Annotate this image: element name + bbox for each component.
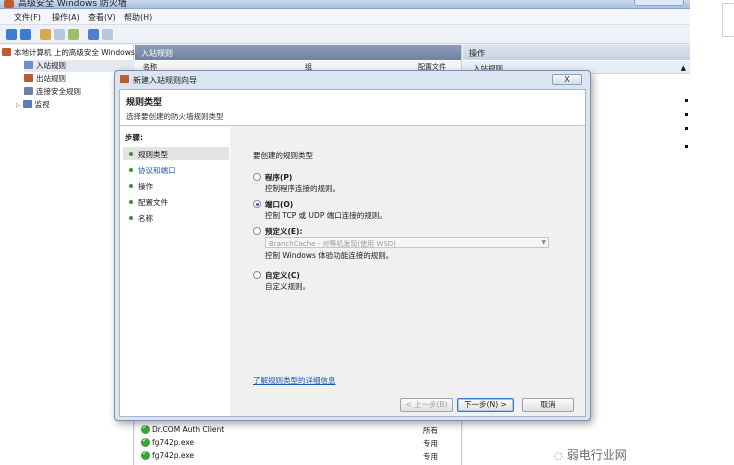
- step-bullet-icon: [129, 168, 133, 172]
- firewall-icon: [2, 48, 11, 56]
- step-action[interactable]: 操作: [123, 179, 229, 192]
- page-subtitle: 选择要创建的防火墙规则类型: [126, 112, 224, 121]
- program-radio[interactable]: [253, 173, 261, 181]
- tree-item-root[interactable]: 本地计算机 上的高级安全 Windows: [2, 47, 135, 59]
- enabled-check-icon: [141, 423, 150, 434]
- wizard-steps: 步骤: 规则类型 协议和端口 操作 配置文件 名称: [120, 127, 230, 416]
- menu-help[interactable]: 帮助(H): [124, 12, 152, 23]
- predefined-select[interactable]: BranchCache - 对等机发现(使用 WSD) ▼: [265, 237, 549, 248]
- firewall-icon: [120, 75, 129, 83]
- monitor-icon: [22, 100, 32, 108]
- next-button[interactable]: 下一步(N) >: [457, 398, 514, 412]
- menu-action[interactable]: 操作(A): [52, 12, 80, 23]
- actions-header: 操作: [463, 45, 690, 60]
- expand-arrow-icon[interactable]: ▷: [16, 102, 21, 109]
- back-arrow-icon[interactable]: [6, 29, 17, 40]
- window-titlebar: 高级安全 Windows 防火墙: [0, 0, 690, 9]
- cancel-button[interactable]: 取消: [522, 398, 574, 412]
- export-icon[interactable]: [68, 29, 79, 40]
- dialog-titlebar: 新建入站规则向导: [115, 71, 590, 88]
- chevron-down-icon[interactable]: ▼: [541, 239, 546, 246]
- steps-label: 步骤:: [125, 133, 143, 142]
- properties-icon[interactable]: [102, 29, 113, 40]
- step-rule-type[interactable]: 规则类型: [123, 147, 229, 160]
- outbound-rules-icon: [24, 74, 33, 82]
- table-row[interactable]: fg742p.exe 专用: [141, 436, 456, 451]
- close-button[interactable]: X: [552, 74, 582, 85]
- inbound-rules-icon: [24, 61, 33, 69]
- back-button[interactable]: < 上一步(B): [400, 398, 453, 412]
- new-inbound-rule-wizard: 新建入站规则向导 X 规则类型 选择要创建的防火墙规则类型 步骤: 规则类型 协…: [114, 70, 591, 421]
- enabled-check-icon: [141, 436, 150, 447]
- tree-item-monitor[interactable]: ▷ 监视: [16, 99, 50, 111]
- page-title: 规则类型: [126, 98, 163, 108]
- toolbar: [0, 26, 690, 44]
- table-row[interactable]: Dr.COM Auth Client 所有: [141, 423, 456, 438]
- up-folder-icon[interactable]: [40, 29, 51, 40]
- connection-security-icon: [24, 87, 33, 95]
- step-protocol-port[interactable]: 协议和端口: [123, 163, 229, 176]
- forward-arrow-icon[interactable]: [20, 29, 31, 40]
- dialog-title: 新建入站规则向导: [133, 76, 197, 85]
- tree-item-connection-security[interactable]: 连接安全规则: [24, 86, 81, 98]
- tree-item-outbound[interactable]: 出站规则: [24, 73, 66, 85]
- firewall-icon: [4, 0, 14, 8]
- step-name[interactable]: 名称: [123, 211, 229, 224]
- menubar: 文件(F) 操作(A) 查看(V) 帮助(H): [0, 10, 690, 25]
- step-bullet-icon: [129, 184, 133, 188]
- step-bullet-icon: [129, 152, 133, 156]
- learn-more-link[interactable]: 了解规则类型的详细信息: [253, 375, 336, 386]
- collapse-arrow-icon[interactable]: ▲: [681, 64, 686, 72]
- wechat-icon: ◌: [554, 451, 563, 462]
- menu-view[interactable]: 查看(V): [88, 12, 116, 23]
- show-hide-tree-icon[interactable]: [54, 29, 65, 40]
- help-icon[interactable]: [88, 29, 99, 40]
- step-bullet-icon: [129, 200, 133, 204]
- wizard-content: 要创建的规则类型 程序(P) 控制程序连接的规则。 端口(O) 控制 TCP 或…: [231, 127, 585, 416]
- window-title: 高级安全 Windows 防火墙: [18, 0, 127, 9]
- action-bullet: [685, 113, 688, 116]
- rule-type-question: 要创建的规则类型: [253, 151, 313, 160]
- watermark: ◌ 弱电行业网: [554, 448, 627, 462]
- enabled-check-icon: [141, 449, 150, 460]
- custom-radio[interactable]: [253, 271, 261, 279]
- rules-pane-header: 入站规则: [135, 45, 461, 60]
- predefined-radio[interactable]: [253, 227, 261, 235]
- table-row[interactable]: fg742p.exe 专用: [141, 449, 456, 464]
- dialog-body: 规则类型 选择要创建的防火墙规则类型 步骤: 规则类型 协议和端口 操作 配置文…: [119, 89, 586, 417]
- action-bullet: [685, 127, 688, 130]
- background-window-edge: [722, 3, 734, 37]
- step-profile[interactable]: 配置文件: [123, 195, 229, 208]
- action-bullet: [685, 99, 688, 102]
- port-radio[interactable]: [253, 200, 261, 208]
- wizard-banner: 规则类型 选择要创建的防火墙规则类型: [120, 90, 585, 126]
- step-bullet-icon: [129, 216, 133, 220]
- window-controls[interactable]: [634, 0, 684, 6]
- action-bullet: [685, 145, 688, 148]
- menu-file[interactable]: 文件(F): [14, 12, 41, 23]
